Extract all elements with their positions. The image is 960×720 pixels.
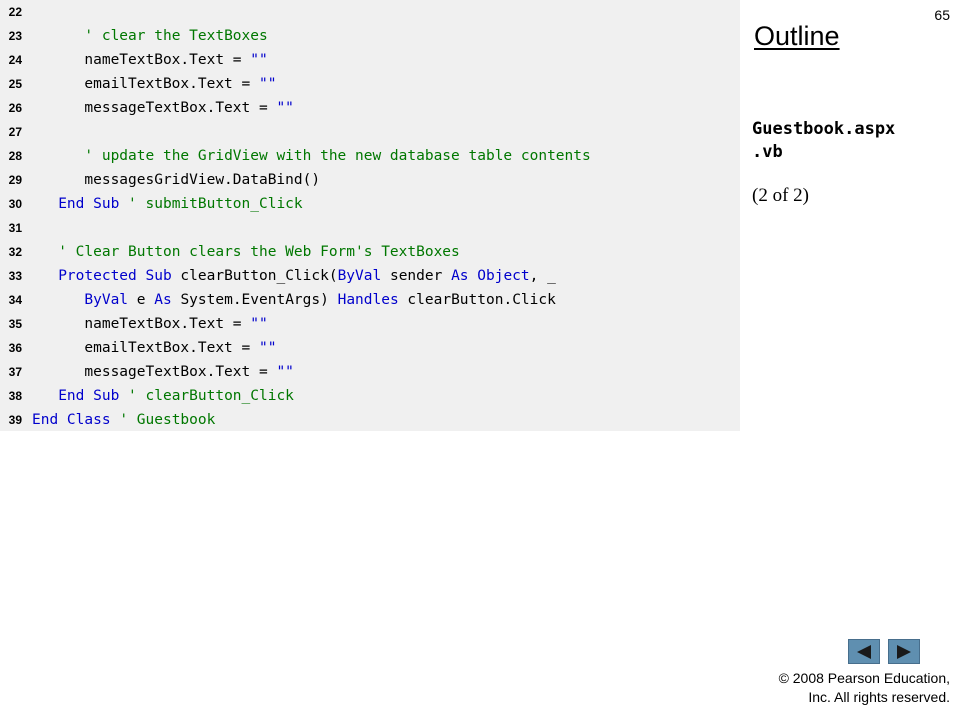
code-token: ' update the GridView with the new datab… [84, 148, 591, 164]
line-number: 25 [8, 77, 22, 91]
code-token: "" [276, 364, 294, 380]
code-token: clearButton_Click( [171, 268, 338, 284]
code-token: ByVal [84, 292, 129, 308]
line-number: 32 [8, 245, 22, 259]
code-line: 38 End Sub ' clearButton_Click [0, 384, 294, 408]
code-line: 34 ByVal e As System.EventArgs) Handles … [0, 288, 556, 312]
line-number: 30 [8, 197, 22, 211]
triangle-right-icon [897, 644, 911, 659]
line-number: 33 [8, 269, 22, 283]
code-line: 22 [0, 0, 32, 24]
file-name-line2: .vb [752, 142, 783, 162]
code-line: 25 emailTextBox.Text = "" [0, 72, 277, 96]
line-number: 31 [8, 221, 22, 235]
code-line: 26 messageTextBox.Text = "" [0, 96, 294, 120]
file-name: Guestbook.aspx .vb [752, 118, 932, 164]
next-slide-button[interactable] [888, 639, 920, 664]
line-number: 37 [8, 365, 22, 379]
line-number: 34 [8, 293, 22, 307]
code-token: ' clearButton_Click [128, 388, 294, 404]
code-token: As Object [451, 268, 530, 284]
copyright-line1: © 2008 Pearson Education, [778, 670, 950, 686]
code-line: 33 Protected Sub clearButton_Click(ByVal… [0, 264, 556, 288]
line-number: 28 [8, 149, 22, 163]
code-token: "" [258, 76, 277, 92]
code-line: 35 nameTextBox.Text = "" [0, 312, 268, 336]
code-token: Handles [337, 292, 399, 308]
code-line: 28 ' update the GridView with the new da… [0, 144, 591, 168]
code-token: nameTextBox.Text = [32, 52, 251, 68]
line-number: 24 [8, 53, 22, 67]
code-token: emailTextBox.Text = [32, 340, 259, 356]
code-token: clearButton.Click [398, 292, 556, 308]
copyright-line2: Inc. All rights reserved. [808, 689, 950, 705]
code-line: 29 messagesGridView.DataBind() [0, 168, 320, 192]
code-line: 36 emailTextBox.Text = "" [0, 336, 277, 360]
code-token: ByVal [337, 268, 382, 284]
code-token: End Class [32, 412, 111, 428]
code-token: , _ [529, 268, 556, 284]
code-token: Protected Sub [58, 268, 172, 284]
code-token: As [154, 292, 172, 308]
code-line: 37 messageTextBox.Text = "" [0, 360, 294, 384]
code-token: End Sub [58, 196, 120, 212]
line-number: 35 [8, 317, 22, 331]
page-number: 65 [934, 7, 950, 23]
line-number: 36 [8, 341, 22, 355]
code-token: messageTextBox.Text = [32, 364, 277, 380]
code-line: 32 ' Clear Button clears the Web Form's … [0, 240, 460, 264]
code-token: emailTextBox.Text = [32, 76, 259, 92]
outline-title: Outline [754, 21, 840, 51]
copyright-notice: © 2008 Pearson Education, Inc. All right… [779, 669, 950, 707]
code-line: 31 [0, 216, 32, 240]
line-number: 26 [8, 101, 22, 115]
line-number: 23 [8, 29, 22, 43]
code-token: nameTextBox.Text = [32, 316, 251, 332]
triangle-left-icon [857, 644, 871, 659]
line-number: 38 [8, 389, 22, 403]
code-token: ' clear the TextBoxes [84, 28, 268, 44]
code-token: "" [258, 340, 277, 356]
line-number: 22 [8, 5, 22, 19]
code-token: ' submitButton_Click [128, 196, 303, 212]
code-listing: 22 23 ' clear the TextBoxes 24 nameTextBox… [0, 0, 740, 431]
code-token: "" [276, 100, 294, 116]
code-token: End Sub [58, 388, 120, 404]
line-number: 39 [8, 413, 22, 427]
page-of-indicator: (2 of 2) [752, 185, 809, 206]
code-token: "" [250, 52, 268, 68]
code-line: 39 End Class ' Guestbook [0, 408, 216, 432]
code-token: messagesGridView.DataBind() [32, 172, 321, 188]
code-token: "" [250, 316, 268, 332]
line-number: 29 [8, 173, 22, 187]
code-token: sender [381, 268, 452, 284]
code-line: 23 ' clear the TextBoxes [0, 24, 268, 48]
code-token: messageTextBox.Text = [32, 100, 277, 116]
code-token: e [128, 292, 155, 308]
line-number: 27 [8, 125, 22, 139]
code-token: ' Guestbook [119, 412, 216, 428]
code-token: ' Clear Button clears the Web Form's Tex… [58, 244, 460, 260]
code-line: 27 [0, 120, 32, 144]
code-line: 24 nameTextBox.Text = "" [0, 48, 268, 72]
code-token: System.EventArgs) [171, 292, 338, 308]
previous-slide-button[interactable] [848, 639, 880, 664]
code-line: 30 End Sub ' submitButton_Click [0, 192, 303, 216]
file-name-line1: Guestbook.aspx [752, 119, 896, 139]
